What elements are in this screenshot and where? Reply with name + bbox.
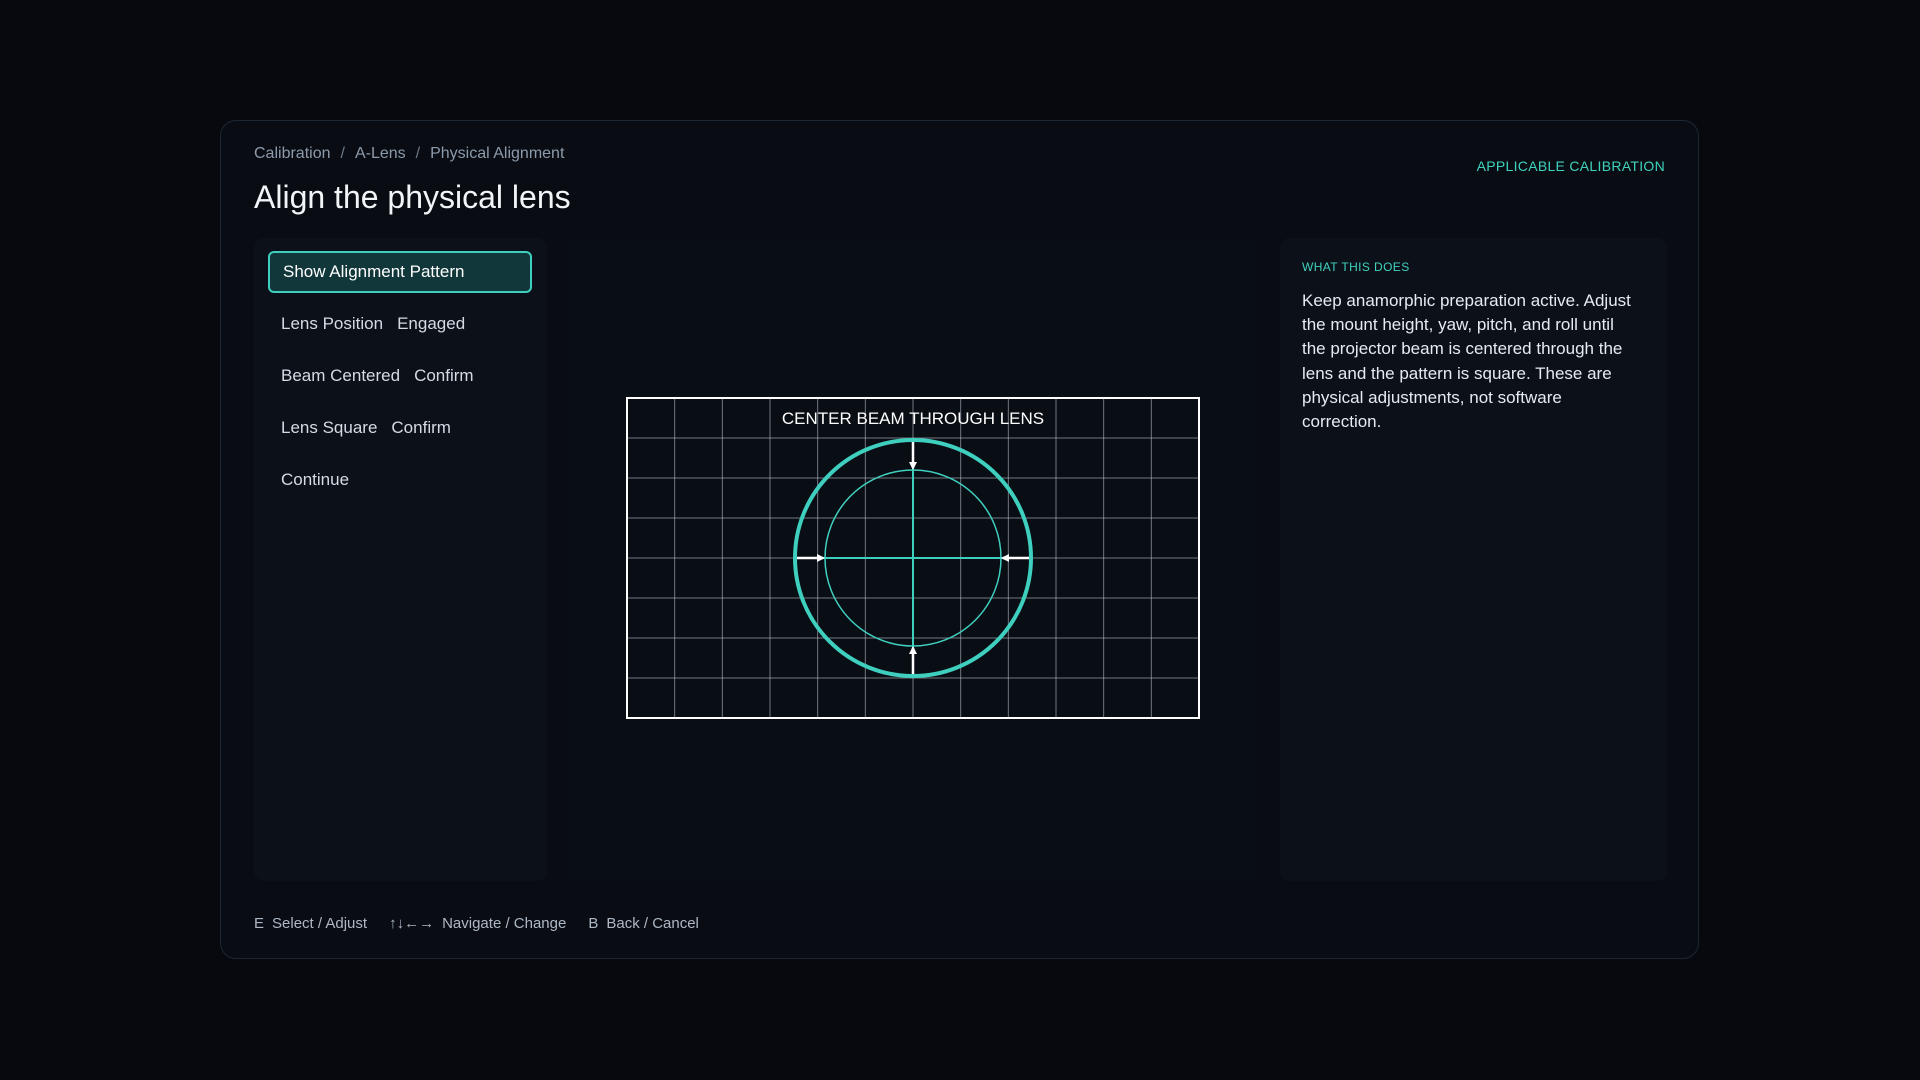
hint-key: B: [588, 915, 599, 932]
menu-item-show-alignment-pattern[interactable]: Show Alignment Pattern: [268, 251, 532, 293]
info-body: Keep anamorphic preparation active. Adju…: [1302, 291, 1631, 432]
menu-item-value: Engaged: [397, 314, 466, 333]
hint-select: E Select / Adjust: [254, 915, 367, 932]
menu-item-value: Confirm: [414, 366, 474, 385]
info-panel: WHAT THIS DOES Keep anamorphic preparati…: [1280, 238, 1667, 881]
hint-back: B Back / Cancel: [588, 915, 699, 932]
breadcrumb-item-a-lens[interactable]: A-Lens: [355, 145, 406, 163]
breadcrumb-separator: /: [415, 145, 421, 162]
menu-item-value: Confirm: [391, 418, 451, 437]
pattern-preview: CENTER BEAM THROUGH LENS: [568, 238, 1258, 881]
menu-item-label: Lens Square: [281, 418, 378, 437]
menu-item-label: Lens Position: [281, 314, 384, 333]
applicable-calibration-label: APPLICABLE CALIBRATION: [1476, 158, 1665, 174]
calibration-menu: Show Alignment Pattern Lens Position Eng…: [254, 238, 547, 881]
breadcrumb-item-calibration[interactable]: Calibration: [254, 145, 330, 163]
breadcrumb: Calibration / A-Lens / Physical Alignmen…: [254, 145, 564, 163]
menu-item-label: Beam Centered: [281, 366, 401, 385]
menu-item-label: Show Alignment Pattern: [283, 262, 465, 281]
hint-key: ↑↓←→: [389, 915, 435, 932]
alignment-pattern: CENTER BEAM THROUGH LENS: [626, 397, 1200, 719]
info-heading: WHAT THIS DOES: [1302, 260, 1410, 274]
hint-navigate: ↑↓←→ Navigate / Change: [389, 915, 566, 932]
page-title: Align the physical lens: [254, 179, 571, 215]
beam-target: [793, 438, 1033, 678]
alignment-panel: Calibration / A-Lens / Physical Alignmen…: [220, 120, 1699, 959]
pattern-caption: CENTER BEAM THROUGH LENS: [782, 409, 1044, 428]
hint-key: E: [254, 915, 265, 932]
breadcrumb-separator: /: [340, 145, 345, 162]
hint-label: Navigate / Change: [442, 915, 567, 932]
hint-label: Back / Cancel: [606, 915, 699, 932]
menu-item-continue[interactable]: Continue: [268, 459, 532, 501]
menu-item-beam-centered[interactable]: Beam Centered Confirm: [268, 355, 532, 397]
menu-item-lens-square[interactable]: Lens Square Confirm: [268, 407, 532, 449]
breadcrumb-item-physical-alignment: Physical Alignment: [430, 145, 565, 162]
menu-item-label: Continue: [281, 470, 350, 489]
controls-footer: E Select / Adjust ↑↓←→ Navigate / Change…: [254, 915, 699, 932]
hint-label: Select / Adjust: [272, 915, 368, 932]
menu-item-lens-position[interactable]: Lens Position Engaged: [268, 303, 532, 345]
